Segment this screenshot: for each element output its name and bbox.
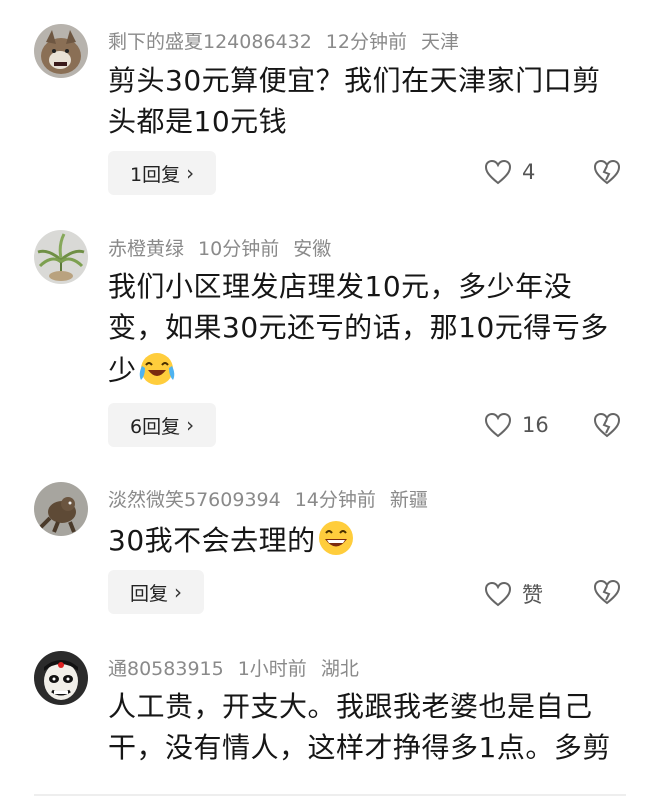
avatar[interactable]: [34, 651, 88, 705]
location: 安徽: [293, 238, 332, 260]
chevron-right-icon: ›: [186, 413, 195, 437]
timestamp: 12分钟前: [325, 31, 407, 53]
laughing-crying-emoji-icon: [139, 353, 174, 385]
broken-heart-icon: [593, 159, 621, 185]
comment-meta: 赤橙黄绿 10分钟前 安徽: [108, 234, 345, 261]
username[interactable]: 赤橙黄绿: [108, 238, 184, 260]
broken-heart-icon: [593, 579, 621, 605]
dislike-button[interactable]: [593, 412, 621, 442]
username[interactable]: 通80583915: [108, 658, 224, 680]
like-count: 4: [522, 160, 536, 184]
like-count: 16: [522, 413, 549, 437]
location: 新疆: [389, 489, 428, 511]
timestamp: 1小时前: [237, 658, 307, 680]
comment-meta: 剩下的盛夏124086432 12分钟前 天津: [108, 27, 473, 54]
dislike-button[interactable]: [593, 579, 621, 609]
location: 湖北: [320, 658, 359, 680]
wolf-avatar-icon: [34, 24, 88, 78]
comment-text: 我们小区理发店理发10元，多少年没变，如果30元还亏的话，那10元得亏多少: [108, 270, 609, 387]
comment-text: 剪头30元算便宜？我们在天津家门口剪头都是10元钱: [108, 64, 601, 138]
heart-icon: [484, 581, 512, 607]
chevron-right-icon: ›: [174, 580, 183, 604]
dislike-button[interactable]: [593, 159, 621, 189]
comment-text: 30我不会去理的: [108, 518, 628, 561]
location: 天津: [420, 31, 459, 53]
like-count: 赞: [522, 583, 543, 607]
chevron-right-icon: ›: [186, 161, 195, 185]
reply-button[interactable]: 6回复 ›: [108, 403, 217, 447]
reply-button[interactable]: 回复 ›: [108, 570, 205, 614]
timestamp: 10分钟前: [198, 238, 280, 260]
comment-meta: 淡然微笑57609394 14分钟前 新疆: [108, 485, 442, 512]
username[interactable]: 剩下的盛夏124086432: [108, 31, 312, 53]
username[interactable]: 淡然微笑57609394: [108, 489, 281, 511]
like-button[interactable]: 16: [484, 412, 549, 438]
like-button[interactable]: 赞: [484, 579, 543, 609]
comment-text: 人工贵，开支大。我跟我老婆也是自己干，没有情人，这样才挣得多1点。多剪: [108, 690, 611, 764]
comment-meta: 通80583915 1小时前 湖北: [108, 654, 373, 681]
avatar[interactable]: [34, 230, 88, 284]
opera-mask-avatar-icon: [34, 651, 88, 705]
broken-heart-icon: [593, 412, 621, 438]
plant-avatar-icon: [34, 230, 88, 284]
timestamp: 14分钟前: [294, 489, 376, 511]
heart-icon: [484, 412, 512, 438]
heart-icon: [484, 159, 512, 185]
reply-button[interactable]: 1回复 ›: [108, 151, 217, 195]
avatar[interactable]: [34, 482, 88, 536]
grinning-emoji-icon: [318, 521, 353, 555]
avatar[interactable]: [34, 24, 88, 78]
creature-avatar-icon: [34, 482, 88, 536]
like-button[interactable]: 4: [484, 159, 535, 185]
